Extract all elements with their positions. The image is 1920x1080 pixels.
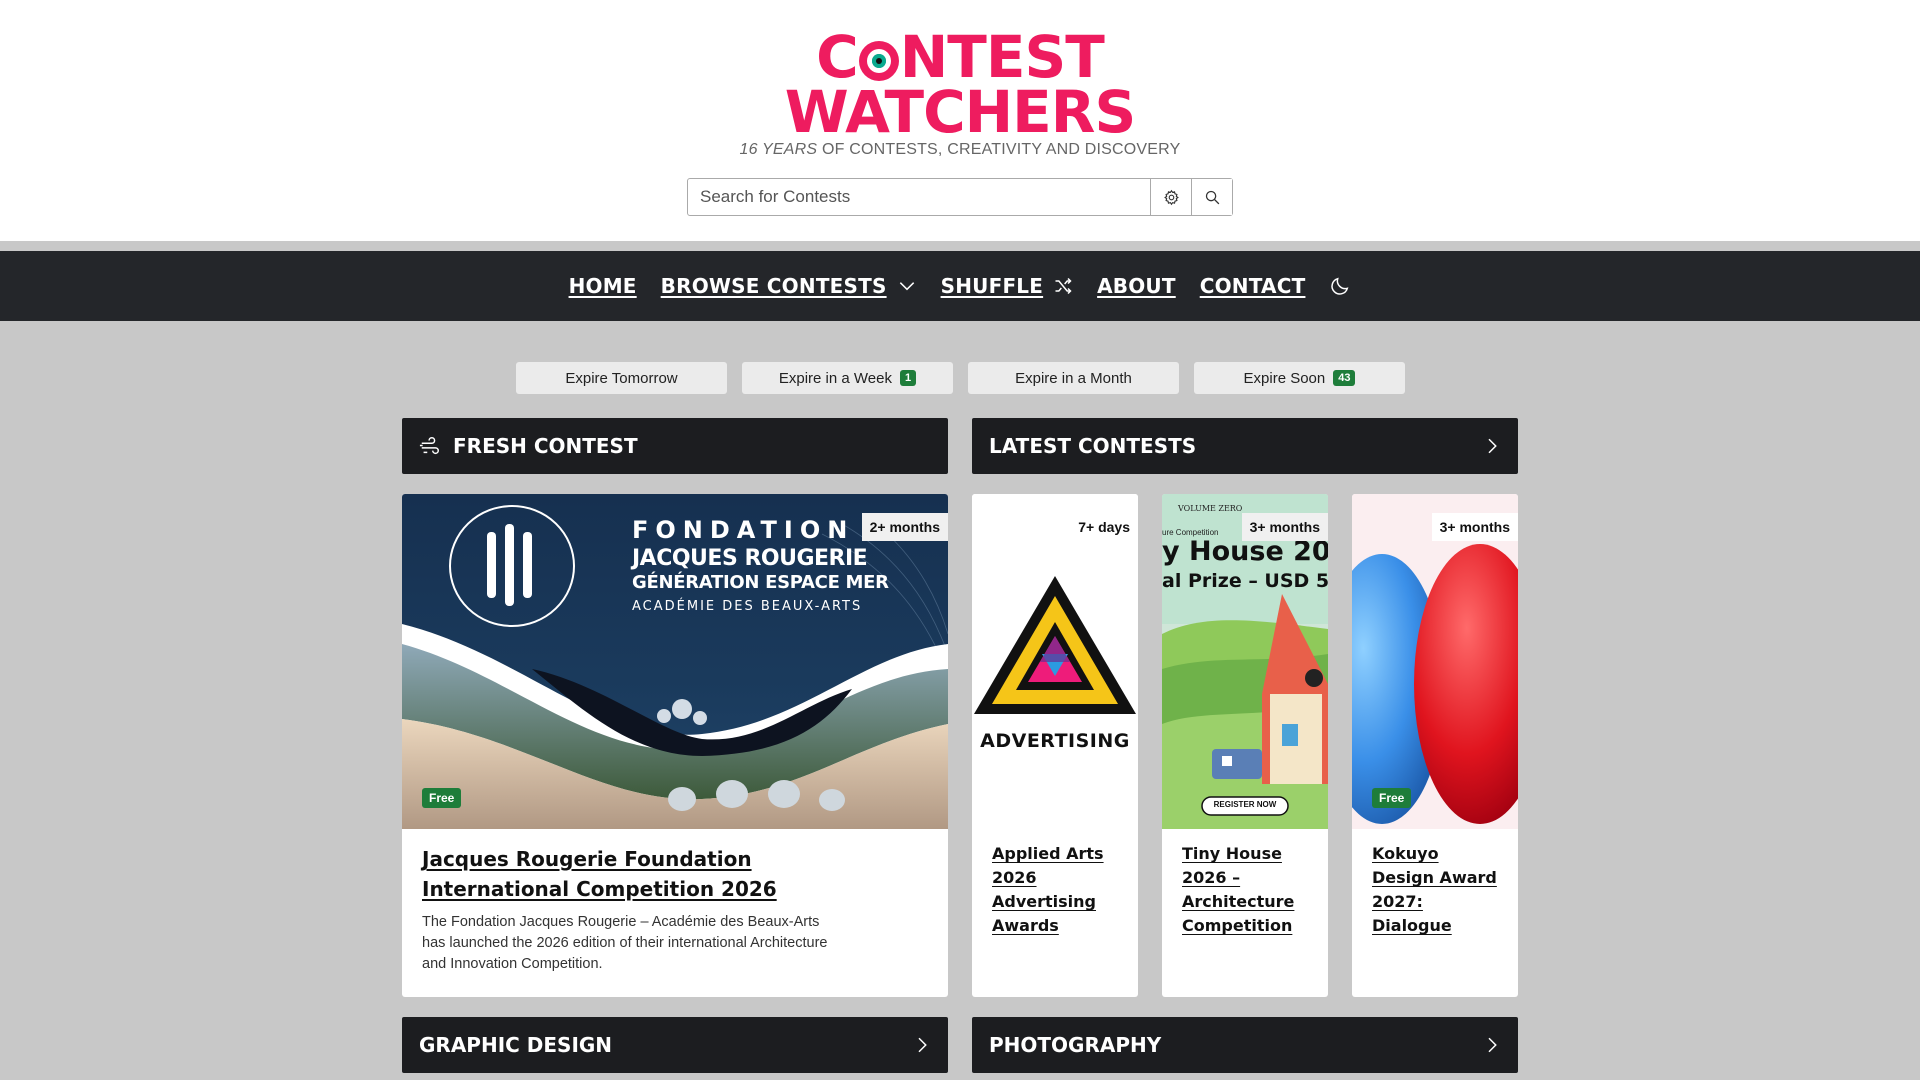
section-title: GRAPHIC DESIGN — [419, 1033, 613, 1057]
section-title: PHOTOGRAPHY — [989, 1033, 1162, 1057]
nav-home-label: HOME — [568, 274, 637, 298]
contest-description: The Fondation Jacques Rougerie – Académi… — [422, 914, 828, 972]
image-caption: ADVERTISING — [980, 730, 1130, 752]
logo-line-2: WATCHERS — [784, 77, 1136, 146]
contest-image[interactable]: 3+ months Free — [1352, 494, 1518, 829]
fresh-contest-header[interactable]: FRESH CONTEST — [402, 418, 948, 474]
nav-spacer — [0, 241, 1920, 251]
latest-contests-header[interactable]: LATEST CONTESTS — [972, 418, 1518, 474]
free-badge: Free — [422, 788, 462, 808]
image-text-line: ACADÉMIE DES BEAUX-ARTS — [632, 599, 863, 614]
count-badge: 43 — [1333, 370, 1356, 386]
contest-card[interactable]: VOLUME ZERO ure Competition y House 20 a… — [1162, 494, 1328, 997]
nav-home[interactable]: HOME — [569, 274, 637, 298]
contest-title-link[interactable]: Jacques Rougerie Foundation Internationa… — [422, 844, 888, 904]
search-icon — [1205, 190, 1219, 204]
count-badge: 1 — [899, 370, 917, 386]
photography-header[interactable]: PHOTOGRAPHY — [972, 1017, 1518, 1073]
section-title: FRESH CONTEST — [453, 434, 638, 458]
image-text-line: al Prize – USD 5 — [1162, 570, 1328, 592]
moon-icon — [1331, 277, 1349, 295]
wind-icon — [419, 437, 439, 455]
nav-about[interactable]: ABOUT — [1097, 274, 1176, 298]
contest-image[interactable]: ADVERTISING 7+ days — [972, 494, 1138, 829]
fondation-logo-text: FONDATION JACQUES ROUGERIE GÉNÉRATION ES… — [632, 516, 889, 614]
free-badge: Free — [1372, 788, 1412, 808]
contest-title-link[interactable]: Kokuyo Design Award 2027: Dialogue — [1372, 842, 1498, 938]
graphic-design-header[interactable]: GRAPHIC DESIGN — [402, 1017, 948, 1073]
chevron-right-icon — [1488, 1037, 1497, 1053]
expiry-filters: Expire Tomorrow Expire in a Week 1 Expire… — [516, 362, 1405, 394]
tagline-years: 16 YEARS — [739, 141, 818, 158]
nav-shuffle-label: SHUFFLE — [940, 274, 1044, 298]
contest-image[interactable]: FONDATION JACQUES ROUGERIE GÉNÉRATION ES… — [402, 494, 948, 829]
chevron-right-icon — [918, 1037, 927, 1053]
contest-title-link[interactable]: Applied Arts 2026 Advertising Awards — [992, 842, 1118, 938]
nav-browse-label: BROWSE CONTESTS — [660, 274, 887, 298]
contest-title-link[interactable]: Tiny House 2026 – Architecture Competiti… — [1182, 842, 1308, 938]
search-bar — [687, 178, 1233, 216]
kokuyo-artwork — [1352, 544, 1518, 824]
search-input[interactable] — [688, 179, 1150, 215]
main-nav: HOME BROWSE CONTESTS SHUFFLE ABOUT CONTA… — [0, 251, 1920, 321]
contest-image[interactable]: VOLUME ZERO ure Competition y House 20 a… — [1162, 494, 1328, 829]
site-header: C NTEST WATCHERS 16 YEARS OF CONTESTS, CR… — [0, 0, 1920, 241]
shuffle-icon — [1055, 277, 1072, 295]
fresh-contest-card[interactable]: FONDATION JACQUES ROUGERIE GÉNÉRATION ES… — [402, 494, 948, 997]
image-text-line: GÉNÉRATION ESPACE MER — [632, 572, 889, 593]
gear-icon — [1163, 189, 1179, 205]
site-logo[interactable]: C NTEST WATCHERS — [0, 28, 1920, 146]
filter-expire-week[interactable]: Expire in a Week 1 — [742, 362, 953, 394]
image-text-line: FONDATION — [632, 516, 855, 544]
time-remaining-badge: 7+ days — [1070, 513, 1138, 541]
filter-expire-soon[interactable]: Expire Soon 43 — [1194, 362, 1405, 394]
search-button[interactable] — [1191, 179, 1232, 215]
advertising-artwork — [974, 576, 1136, 714]
tagline-text: OF CONTESTS, CREATIVITY AND DISCOVERY — [821, 141, 1181, 158]
nav-browse-contests[interactable]: BROWSE CONTESTS — [661, 274, 917, 298]
dark-mode-toggle[interactable] — [1329, 275, 1351, 297]
tagline: 16 YEARS OF CONTESTS, CREATIVITY AND DIS… — [0, 141, 1920, 159]
filter-expire-tomorrow[interactable]: Expire Tomorrow — [516, 362, 727, 394]
filter-label: Expire Tomorrow — [565, 369, 678, 387]
chevron-right-icon — [1488, 438, 1497, 454]
time-remaining-badge: 2+ months — [861, 513, 948, 541]
filter-expire-month[interactable]: Expire in a Month — [968, 362, 1179, 394]
time-remaining-badge: 3+ months — [1431, 513, 1518, 541]
image-text-line: VOLUME ZERO — [1178, 504, 1243, 513]
image-text-line: JACQUES ROUGERIE — [632, 546, 868, 571]
nav-contact-label: CONTACT — [1199, 274, 1306, 298]
filter-label: Expire in a Week — [778, 369, 892, 387]
register-now-text: REGISTER NOW — [1213, 800, 1277, 809]
filter-label: Expire in a Month — [1015, 369, 1132, 387]
contest-card[interactable]: ADVERTISING 7+ days Applied Arts 2026 Ad… — [972, 494, 1138, 997]
time-remaining-badge: 3+ months — [1241, 513, 1328, 541]
nav-contact[interactable]: CONTACT — [1200, 274, 1306, 298]
nav-about-label: ABOUT — [1097, 274, 1176, 298]
contest-card[interactable]: 3+ months Free Kokuyo Design Award 2027:… — [1352, 494, 1518, 997]
filter-label: Expire Soon — [1243, 369, 1326, 387]
chevron-down-icon — [899, 282, 914, 291]
section-title: LATEST CONTESTS — [989, 434, 1197, 458]
nav-shuffle[interactable]: SHUFFLE — [941, 274, 1074, 298]
search-settings-button[interactable] — [1150, 179, 1191, 215]
eye-icon — [858, 41, 899, 81]
